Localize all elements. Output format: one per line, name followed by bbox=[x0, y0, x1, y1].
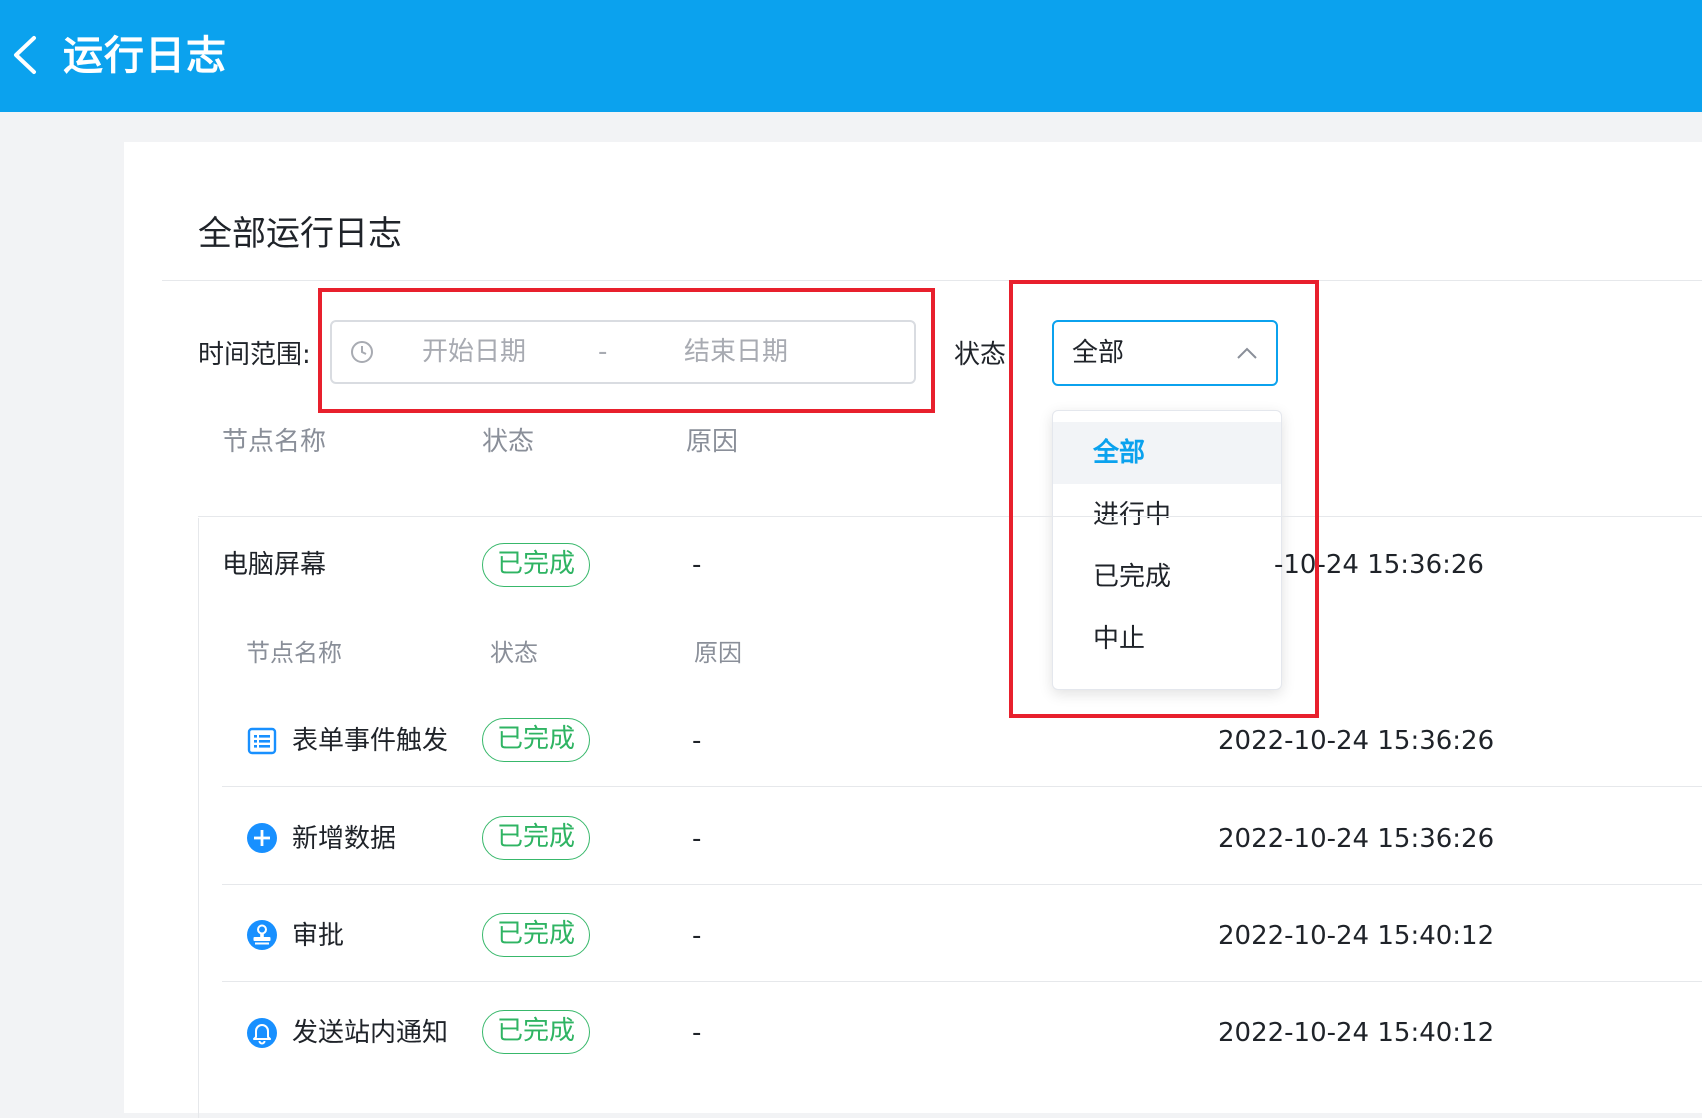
log-card: 全部运行日志 时间范围: 开始日期 - 结束日期 状态: 全部 全部 进行中 已… bbox=[124, 142, 1702, 1118]
row-node-name: 审批 bbox=[292, 921, 345, 951]
sub-header-status: 状态 bbox=[490, 639, 538, 667]
row-divider bbox=[222, 786, 1702, 787]
date-separator: - bbox=[598, 337, 608, 367]
row-status-badge: 已完成 bbox=[482, 816, 590, 860]
row-node-name: 新增数据 bbox=[292, 824, 397, 854]
row-time: 2022-10-24 15:36:26 bbox=[1218, 824, 1495, 854]
header-status: 状态 bbox=[482, 427, 535, 457]
row-time: 2022-10-24 15:36:26 bbox=[1218, 726, 1495, 756]
parent-node-name: 电脑屏幕 bbox=[222, 550, 327, 580]
row-time: 2022-10-24 15:40:12 bbox=[1218, 921, 1495, 951]
chevron-up-icon bbox=[1237, 347, 1257, 359]
back-arrow-icon[interactable] bbox=[10, 34, 40, 76]
stamp-approve-icon bbox=[247, 920, 277, 950]
header-reason: 原因 bbox=[686, 427, 739, 457]
sub-header-reason: 原因 bbox=[694, 639, 742, 667]
row-status-badge: 已完成 bbox=[482, 1010, 590, 1054]
sub-header-node-name: 节点名称 bbox=[246, 639, 342, 667]
end-date-input[interactable]: 结束日期 bbox=[684, 335, 788, 369]
status-select-value: 全部 bbox=[1072, 338, 1125, 368]
status-badge: 已完成 bbox=[482, 543, 590, 587]
title-divider bbox=[162, 280, 1702, 281]
row-divider bbox=[222, 884, 1702, 885]
header-title: 运行日志 bbox=[63, 33, 227, 79]
plus-circle-icon bbox=[247, 823, 277, 853]
time-range-label: 时间范围: bbox=[198, 340, 311, 370]
row-node-name: 表单事件触发 bbox=[292, 726, 449, 756]
bell-notify-icon bbox=[247, 1018, 277, 1048]
parent-time: -10-24 15:36:26 bbox=[1274, 550, 1484, 580]
page-title: 全部运行日志 bbox=[198, 214, 402, 254]
row-node-name: 发送站内通知 bbox=[292, 1018, 449, 1048]
row-reason: - bbox=[692, 921, 702, 951]
row-reason: - bbox=[692, 824, 702, 854]
row-reason: - bbox=[692, 1018, 702, 1048]
row-time: 2022-10-24 15:40:12 bbox=[1218, 1018, 1495, 1048]
status-select[interactable]: 全部 bbox=[1052, 320, 1278, 386]
date-range-picker[interactable]: 开始日期 - 结束日期 bbox=[330, 320, 916, 384]
top-bar: 运行日志 bbox=[0, 0, 1702, 112]
row-status-badge: 已完成 bbox=[482, 913, 590, 957]
clock-icon bbox=[351, 341, 373, 363]
start-date-input[interactable]: 开始日期 bbox=[422, 335, 526, 369]
header-node-name: 节点名称 bbox=[222, 427, 327, 457]
row-status-badge: 已完成 bbox=[482, 718, 590, 762]
row-reason: - bbox=[692, 726, 702, 756]
status-option-all[interactable]: 全部 bbox=[1053, 422, 1281, 484]
form-list-icon bbox=[247, 727, 277, 755]
row-divider bbox=[222, 981, 1702, 982]
status-label: 状态: bbox=[954, 340, 1015, 370]
table-header-divider bbox=[198, 516, 1702, 517]
parent-reason: - bbox=[692, 550, 702, 580]
